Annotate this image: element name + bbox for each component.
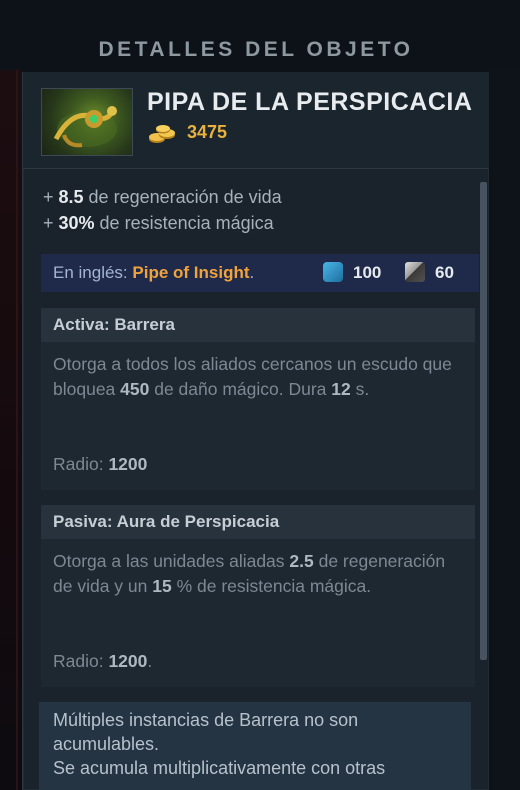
item-stats: + 8.5 de regeneración de vida + 30% de r… [43,184,282,236]
stacking-note: Múltiples instancias de Barrera no son a… [39,702,471,790]
item-name: PIPA DE LA PERSPICACIA [147,88,473,116]
stat-value: 8.5 [58,187,84,207]
passive-ability-title: Pasiva: Aura de Perspicacia [41,505,475,539]
cooldown-value: 60 [435,263,454,282]
english-item-name: Pipe of Insight [132,263,250,282]
panel-header-title: DETALLES DEL OBJETO [98,38,414,61]
passive-ability-description: Otorga a las unidades aliadas 2.5 de reg… [53,551,446,596]
stat-value: 30% [58,213,95,233]
english-label: En inglés: [53,263,133,282]
english-name-bar: En inglés: Pipe of Insight. 100 60 [41,254,479,292]
pipe-of-insight-icon [41,88,133,156]
active-ability-radius: Radio: 1200 [53,454,148,474]
active-ability-section: Activa: Barrera Otorga a todos los aliad… [41,308,475,490]
passive-ability-radius: Radio: 1200. [53,651,153,671]
note-text-cut: Se acumula multiplicativamente con otras [53,758,386,778]
background-left-edge [0,70,22,790]
item-details-panel: PIPA DE LA PERSPICACIA 3475 + 8.5 de reg… [22,72,489,790]
scrollbar[interactable] [480,182,487,660]
item-cost: 3475 [187,122,228,142]
active-ability-description: Otorga a todos los aliados cercanos un e… [53,354,452,399]
active-ability-title: Activa: Barrera [41,308,475,342]
gold-coins-icon [147,124,179,146]
background-right-edge [490,70,520,790]
mana-cost-icon [323,262,343,282]
stat-line: + 30% de resistencia mágica [43,213,274,233]
cooldown-icon [405,262,425,282]
mana-cost: 100 [353,263,382,282]
note-text: Múltiples instancias de Barrera no son a… [53,710,359,754]
stat-line: + 8.5 de regeneración de vida [43,187,282,207]
item-header: PIPA DE LA PERSPICACIA 3475 [23,72,489,169]
passive-ability-section: Pasiva: Aura de Perspicacia Otorga a las… [41,505,475,687]
